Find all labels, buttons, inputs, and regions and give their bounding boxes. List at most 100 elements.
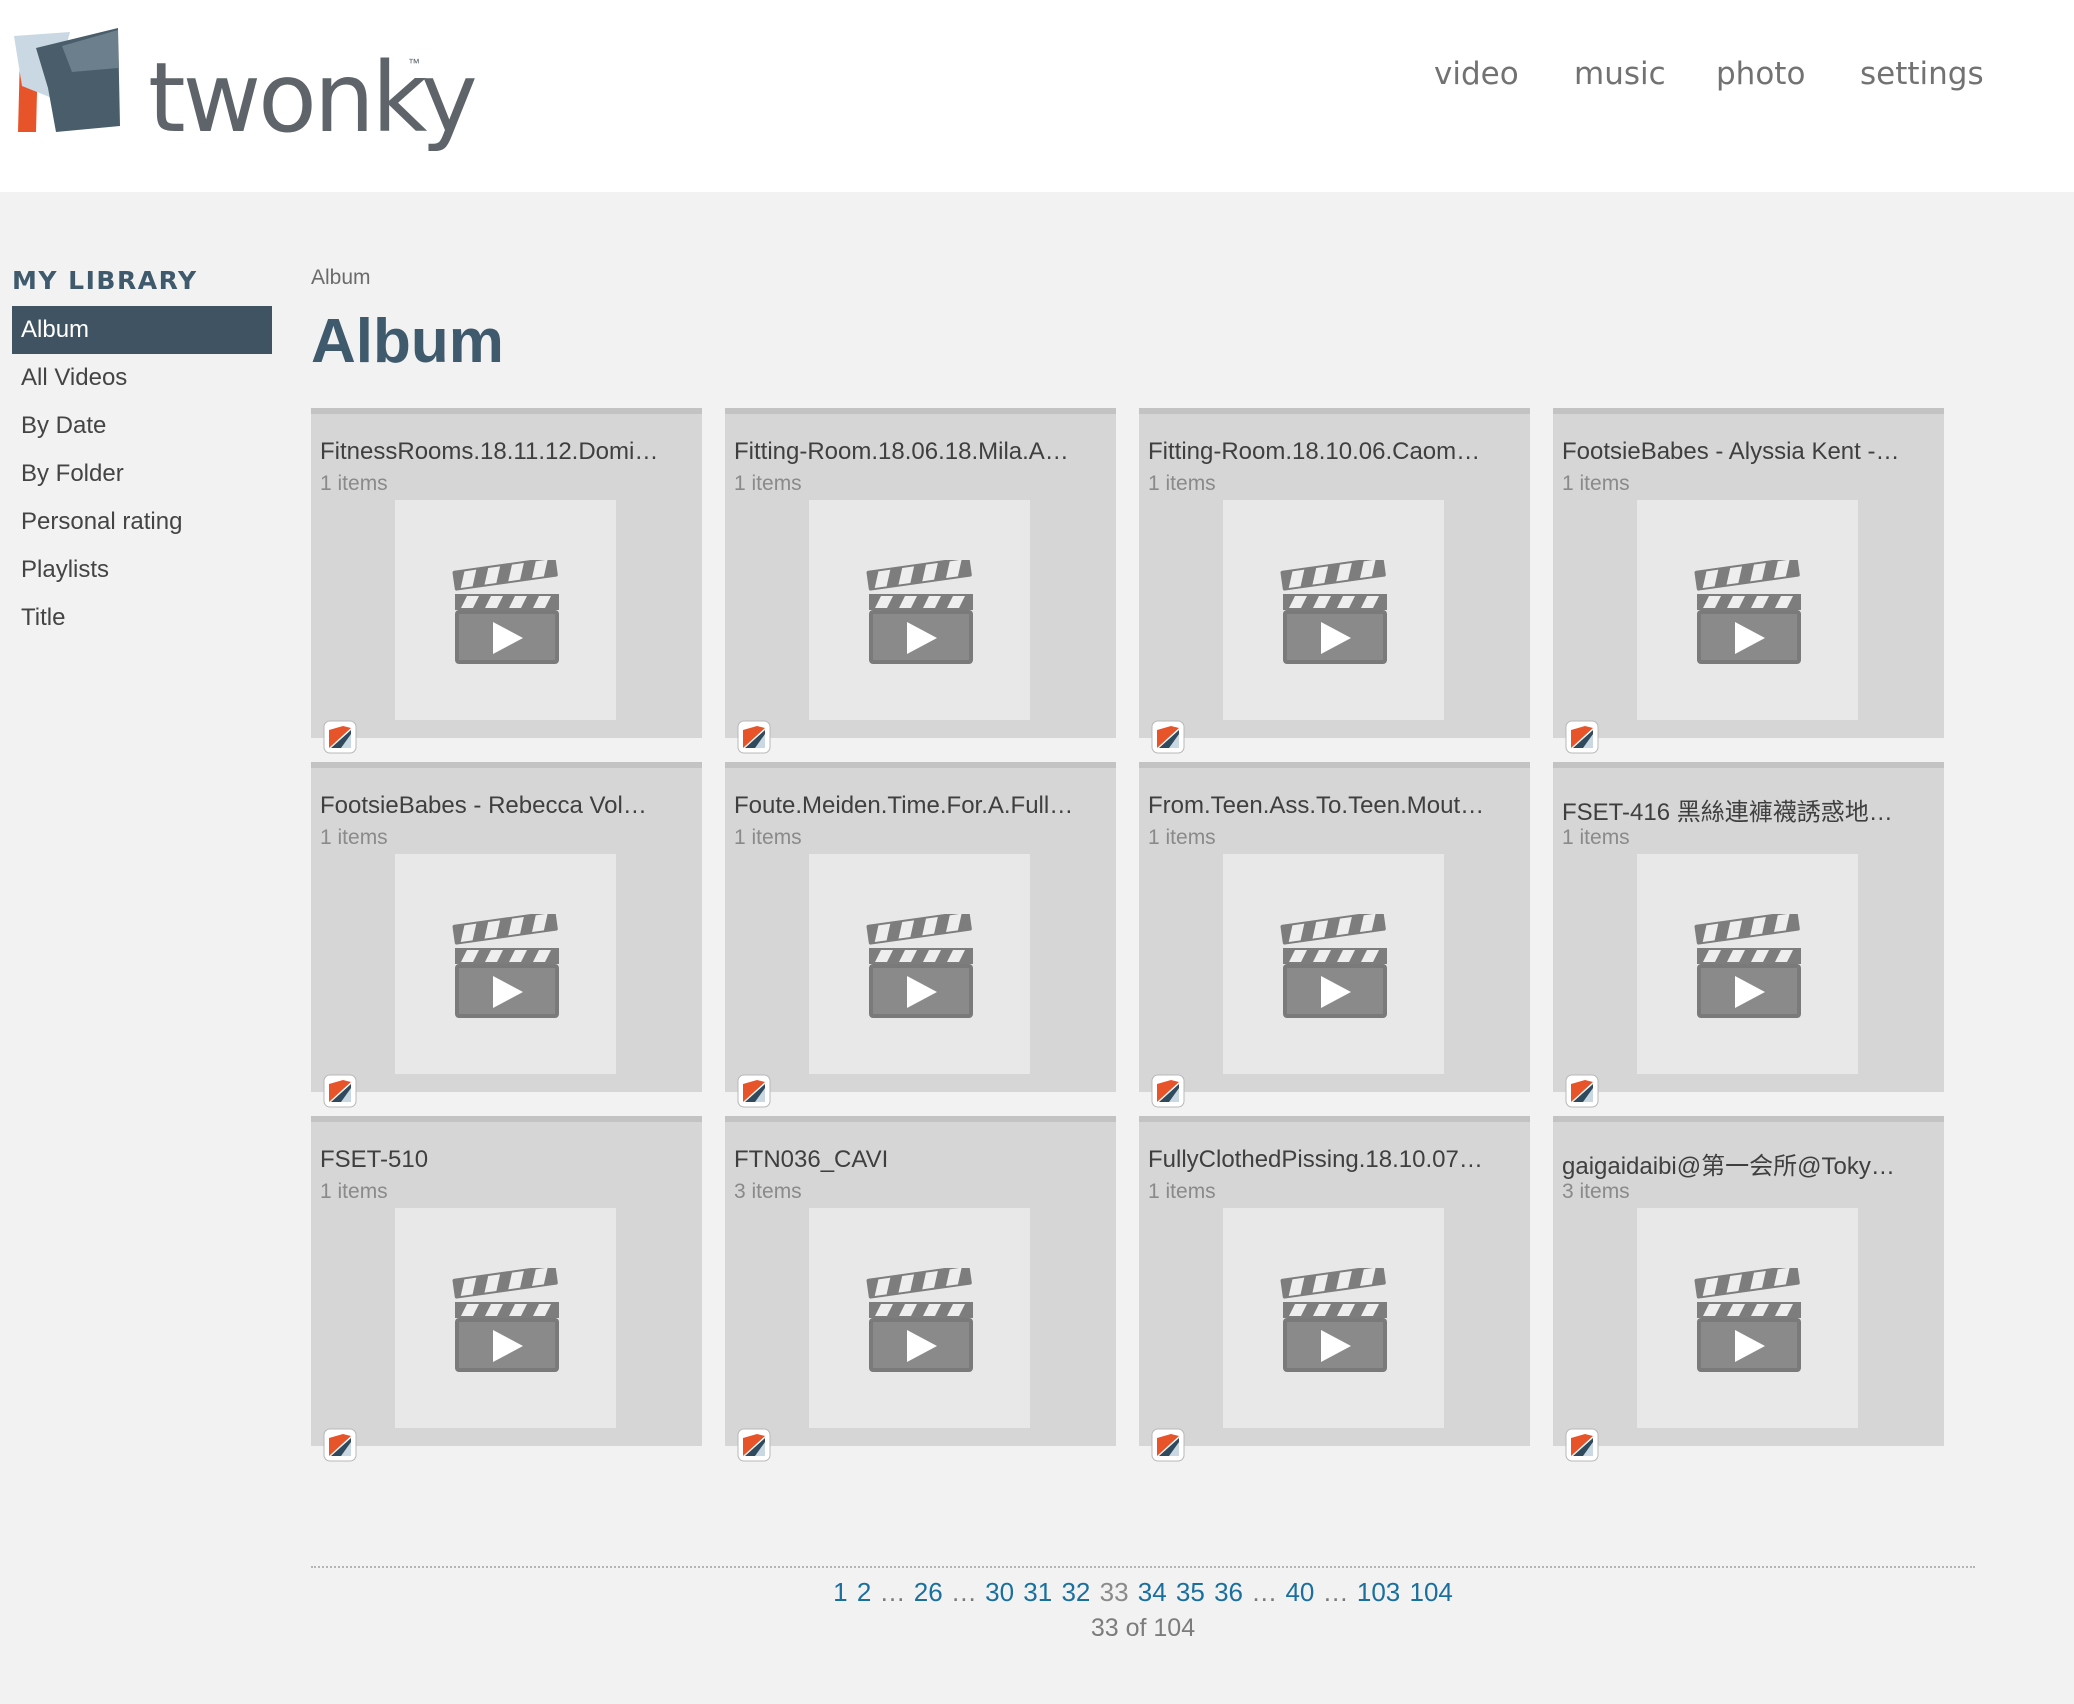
page-status: 33 of 104	[1090, 1614, 1196, 1642]
album-title: Fitting-Room.18.06.18.Mila.A…	[734, 438, 1069, 465]
page-link[interactable]: 31	[1023, 1577, 1052, 1607]
sidebar-item-playlists[interactable]: Playlists	[12, 546, 272, 594]
page-link[interactable]: 103	[1357, 1577, 1400, 1607]
page-ellipsis: …	[950, 1577, 977, 1607]
video-clapperboard-icon	[452, 1268, 559, 1372]
album-item-count: 1 items	[320, 1180, 388, 1203]
nav-photo[interactable]: photo	[1716, 56, 1805, 92]
album-item-count: 1 items	[1148, 1180, 1216, 1203]
album-thumbnail[interactable]	[1223, 854, 1444, 1074]
sidebar-item-by-folder[interactable]: By Folder	[12, 450, 272, 498]
page-link[interactable]: 36	[1214, 1577, 1243, 1607]
nav-music[interactable]: music	[1574, 56, 1666, 92]
album-thumbnail[interactable]	[1223, 1208, 1444, 1428]
twonky-source-icon	[323, 720, 357, 754]
album-tile[interactable]: FootsieBabes - Alyssia Kent -… 1 items	[1553, 408, 1944, 754]
nav-settings[interactable]: settings	[1860, 56, 1984, 92]
album-title: FootsieBabes - Alyssia Kent -…	[1562, 438, 1900, 465]
album-title: FullyClothedPissing.18.10.07…	[1148, 1146, 1483, 1173]
sidebar-item-all-videos[interactable]: All Videos	[12, 354, 272, 402]
album-thumbnail[interactable]	[1637, 1208, 1858, 1428]
album-title: From.Teen.Ass.To.Teen.Mout…	[1148, 792, 1485, 819]
sidebar-item-by-date[interactable]: By Date	[12, 402, 272, 450]
album-thumbnail[interactable]	[1637, 500, 1858, 720]
page-current: 33	[1099, 1577, 1129, 1607]
album-title: gaigaidaibi@第一会所@Toky…	[1562, 1153, 1895, 1180]
sidebar-item-personal-rating[interactable]: Personal rating	[12, 498, 272, 546]
twonky-source-icon	[737, 720, 771, 754]
video-clapperboard-icon	[1694, 914, 1801, 1018]
header: twonky ™ video music photo settings	[0, 0, 2074, 192]
album-title: Foute.Meiden.Time.For.A.Full…	[734, 792, 1074, 819]
page-ellipsis: …	[1251, 1577, 1278, 1607]
page-link[interactable]: 1	[833, 1577, 847, 1607]
main-content: Album Album FitnessRooms.18.11.12.Domi… …	[311, 266, 1975, 1462]
page-link[interactable]: 26	[914, 1577, 943, 1607]
twonky-source-icon	[1565, 720, 1599, 754]
page-link[interactable]: 40	[1285, 1577, 1314, 1607]
page-link[interactable]: 34	[1138, 1577, 1167, 1607]
album-item-count: 1 items	[320, 826, 388, 849]
video-clapperboard-icon	[866, 560, 973, 664]
breadcrumb[interactable]: Album	[311, 266, 1975, 306]
album-thumbnail[interactable]	[809, 500, 1030, 720]
album-tile[interactable]: FootsieBabes - Rebecca Vol… 1 items	[311, 762, 702, 1108]
video-clapperboard-icon	[1280, 914, 1387, 1018]
pagination: 1 2 … 26 … 30 31 32 33 34 35 36 … 40 … 1…	[311, 1566, 1975, 1646]
album-thumbnail[interactable]	[1637, 854, 1858, 1074]
twonky-source-icon	[323, 1074, 357, 1108]
twonky-source-icon	[1151, 1074, 1185, 1108]
album-item-count: 1 items	[1562, 472, 1630, 495]
album-thumbnail[interactable]	[395, 854, 616, 1074]
album-thumbnail[interactable]	[395, 1208, 616, 1428]
album-title: FSET-510	[320, 1146, 429, 1173]
nav-video[interactable]: video	[1434, 56, 1519, 92]
album-item-count: 1 items	[734, 826, 802, 849]
twonky-logo[interactable]: twonky ™	[12, 28, 478, 146]
sidebar: MY LIBRARY Album All Videos By Date By F…	[12, 266, 272, 642]
video-clapperboard-icon	[866, 1268, 973, 1372]
album-title: FootsieBabes - Rebecca Vol…	[320, 792, 647, 819]
album-tile[interactable]: FSET-416 黑絲連褲襪誘惑地… 1 items	[1553, 762, 1944, 1108]
album-tile[interactable]: FTN036_CAVI 3 items	[725, 1116, 1116, 1462]
twonky-source-icon	[1151, 1428, 1185, 1462]
album-thumbnail[interactable]	[809, 854, 1030, 1074]
sidebar-item-title[interactable]: Title	[12, 594, 272, 642]
album-tile[interactable]: gaigaidaibi@第一会所@Toky… 3 items	[1553, 1116, 1944, 1462]
album-tile[interactable]: Fitting-Room.18.10.06.Caom… 1 items	[1139, 408, 1530, 754]
album-tile[interactable]: FitnessRooms.18.11.12.Domi… 1 items	[311, 408, 702, 754]
page-links: 1 2 … 26 … 30 31 32 33 34 35 36 … 40 … 1…	[311, 1574, 1975, 1610]
page-title: Album	[311, 307, 504, 376]
album-item-count: 1 items	[320, 472, 388, 495]
album-title: FSET-416 黑絲連褲襪誘惑地…	[1562, 799, 1893, 826]
twonky-source-icon	[1565, 1428, 1599, 1462]
album-tile[interactable]: FullyClothedPissing.18.10.07… 1 items	[1139, 1116, 1530, 1462]
page-link[interactable]: 35	[1176, 1577, 1205, 1607]
album-title: FitnessRooms.18.11.12.Domi…	[320, 438, 659, 465]
video-clapperboard-icon	[452, 560, 559, 664]
sidebar-item-album[interactable]: Album	[12, 306, 272, 354]
page-link[interactable]: 32	[1061, 1577, 1090, 1607]
album-item-count: 1 items	[1148, 826, 1216, 849]
page-link[interactable]: 2	[857, 1577, 871, 1607]
album-tile[interactable]: From.Teen.Ass.To.Teen.Mout… 1 items	[1139, 762, 1530, 1108]
video-clapperboard-icon	[1694, 1268, 1801, 1372]
page-link[interactable]: 104	[1409, 1577, 1452, 1607]
album-thumbnail[interactable]	[395, 500, 616, 720]
album-tile[interactable]: Fitting-Room.18.06.18.Mila.A… 1 items	[725, 408, 1116, 754]
logo-trademark: ™	[408, 56, 420, 70]
video-clapperboard-icon	[1280, 560, 1387, 664]
album-thumbnail[interactable]	[1223, 500, 1444, 720]
album-item-count: 1 items	[1148, 472, 1216, 495]
sidebar-title: MY LIBRARY	[12, 266, 198, 295]
video-clapperboard-icon	[1280, 1268, 1387, 1372]
main-nav: video music photo settings	[1400, 56, 2020, 106]
page-link[interactable]: 30	[985, 1577, 1014, 1607]
album-tile[interactable]: FSET-510 1 items	[311, 1116, 702, 1462]
album-tile[interactable]: Foute.Meiden.Time.For.A.Full… 1 items	[725, 762, 1116, 1108]
twonky-source-icon	[323, 1428, 357, 1462]
twonky-source-icon	[737, 1074, 771, 1108]
album-item-count: 1 items	[1562, 826, 1630, 849]
album-thumbnail[interactable]	[809, 1208, 1030, 1428]
album-title: FTN036_CAVI	[734, 1146, 889, 1173]
